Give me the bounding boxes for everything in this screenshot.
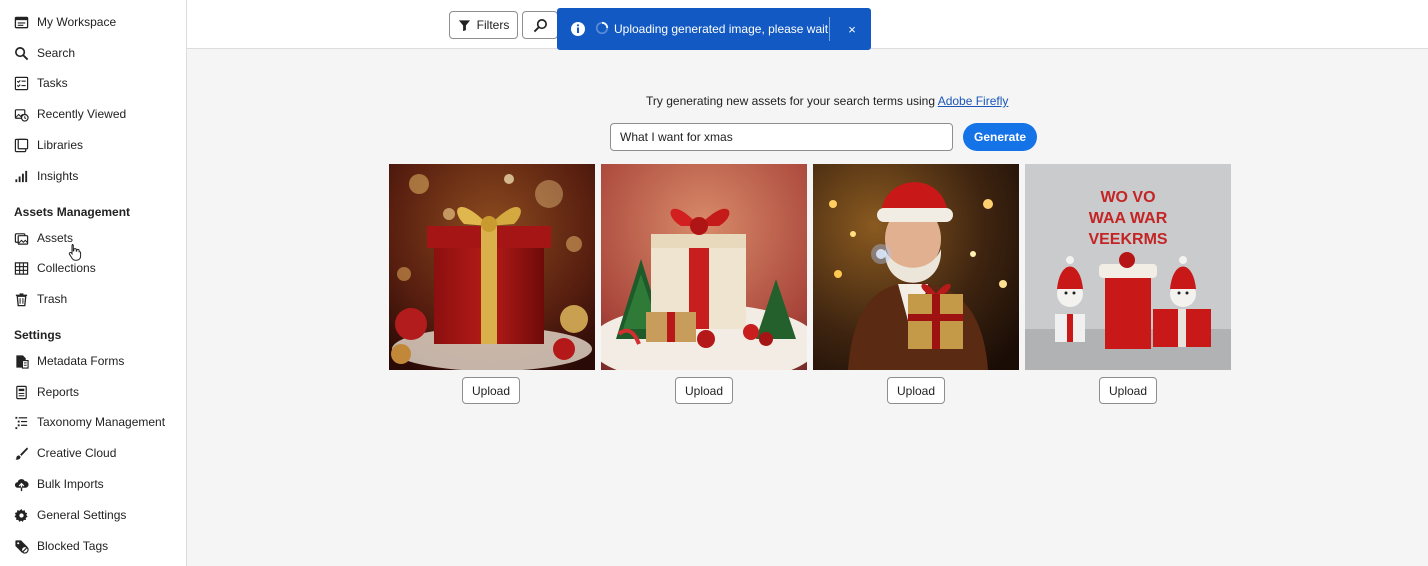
sidebar-item-assets[interactable]: Assets bbox=[14, 227, 73, 249]
section-title-assets-management: Assets Management bbox=[14, 205, 131, 219]
sidebar-item-collections[interactable]: Collections bbox=[14, 257, 96, 279]
workspace-icon bbox=[14, 15, 29, 30]
metadata-forms-icon bbox=[14, 354, 29, 369]
sidebar-item-libraries[interactable]: Libraries bbox=[14, 134, 83, 156]
generate-button[interactable]: Generate bbox=[963, 123, 1037, 151]
upload-button-1[interactable]: Upload bbox=[462, 377, 520, 404]
loading-spinner-icon bbox=[595, 21, 609, 35]
sidebar-item-label: Bulk Imports bbox=[37, 477, 104, 491]
bulk-imports-icon bbox=[14, 477, 29, 492]
sidebar-item-taxonomy-management[interactable]: Taxonomy Management bbox=[14, 411, 165, 433]
sidebar-item-label: Recently Viewed bbox=[37, 107, 127, 121]
image-text-line-1: WO VO bbox=[1100, 189, 1155, 206]
close-icon[interactable]: × bbox=[844, 21, 860, 37]
sidebar-item-label: Metadata Forms bbox=[37, 354, 125, 368]
reports-icon bbox=[14, 385, 29, 400]
toast-message: Uploading generated image, please wait bbox=[614, 22, 829, 36]
image-text-line-3: VEEKRMS bbox=[1088, 231, 1167, 248]
sidebar-item-bulk-imports[interactable]: Bulk Imports bbox=[14, 473, 104, 495]
assets-icon bbox=[14, 231, 29, 246]
blocked-tags-icon bbox=[14, 539, 29, 554]
upload-button-3[interactable]: Upload bbox=[887, 377, 945, 404]
sidebar-item-insights[interactable]: Insights bbox=[14, 165, 78, 187]
sidebar-item-label: Taxonomy Management bbox=[37, 415, 166, 429]
filters-button[interactable]: Filters bbox=[449, 11, 518, 39]
section-title-settings: Settings bbox=[14, 328, 62, 342]
sidebar-item-label: Search bbox=[37, 46, 76, 60]
insights-icon bbox=[14, 169, 29, 184]
search-button[interactable] bbox=[522, 11, 558, 39]
generated-image-1[interactable] bbox=[389, 164, 595, 370]
recently-viewed-icon bbox=[14, 107, 29, 122]
sidebar-item-label: Creative Cloud bbox=[37, 446, 117, 460]
sidebar-item-label: Blocked Tags bbox=[37, 539, 109, 553]
gear-icon bbox=[14, 508, 29, 523]
sidebar-item-label: Libraries bbox=[37, 138, 84, 152]
generated-image-2[interactable] bbox=[601, 164, 807, 370]
sidebar-item-label: Tasks bbox=[37, 76, 68, 90]
generated-image-4[interactable]: WO VO WAA WAR VEEKRMS bbox=[1025, 164, 1231, 370]
info-icon bbox=[571, 22, 585, 36]
toast-divider bbox=[829, 17, 830, 41]
search-icon bbox=[533, 18, 547, 32]
taxonomy-icon bbox=[14, 415, 29, 430]
sidebar-item-label: Reports bbox=[37, 385, 80, 399]
sidebar-item-metadata-forms[interactable]: Metadata Forms bbox=[14, 350, 124, 372]
sidebar-item-label: Insights bbox=[37, 169, 79, 183]
generated-image-3[interactable] bbox=[813, 164, 1019, 370]
libraries-icon bbox=[14, 138, 29, 153]
upload-button-4[interactable]: Upload bbox=[1099, 377, 1157, 404]
sidebar-item-recently-viewed[interactable]: Recently Viewed bbox=[14, 103, 126, 125]
app-window: My Workspace Search Tasks Recently Viewe… bbox=[0, 0, 1428, 566]
upload-toast: Uploading generated image, please wait × bbox=[557, 8, 871, 50]
prompt-text: Try generating new assets for your searc… bbox=[646, 94, 938, 108]
sidebar-item-creative-cloud[interactable]: Creative Cloud bbox=[14, 442, 116, 464]
sidebar-item-label: Trash bbox=[37, 292, 68, 306]
image-text-line-2: WAA WAR bbox=[1089, 210, 1168, 227]
adobe-firefly-link[interactable]: Adobe Firefly bbox=[938, 94, 1009, 108]
search-icon bbox=[14, 46, 29, 61]
sidebar-item-trash[interactable]: Trash bbox=[14, 288, 67, 310]
tasks-icon bbox=[14, 76, 29, 91]
trash-icon bbox=[14, 292, 29, 307]
filter-icon bbox=[458, 19, 470, 31]
sidebar-item-label: My Workspace bbox=[37, 15, 117, 29]
sidebar-item-tasks[interactable]: Tasks bbox=[14, 72, 68, 94]
creative-cloud-icon bbox=[14, 446, 29, 461]
sidebar-item-label: Collections bbox=[37, 261, 96, 275]
sidebar-item-label: General Settings bbox=[37, 508, 127, 522]
generate-prompt-input[interactable] bbox=[610, 123, 953, 151]
sidebar-item-search[interactable]: Search bbox=[14, 42, 75, 64]
hand-cursor-icon bbox=[68, 244, 82, 261]
sidebar-item-reports[interactable]: Reports bbox=[14, 381, 79, 403]
sidebar-item-my-workspace[interactable]: My Workspace bbox=[14, 11, 116, 33]
collections-icon bbox=[14, 261, 29, 276]
upload-button-2[interactable]: Upload bbox=[675, 377, 733, 404]
sidebar-item-general-settings[interactable]: General Settings bbox=[14, 504, 126, 526]
sidebar: My Workspace Search Tasks Recently Viewe… bbox=[0, 0, 187, 566]
sidebar-item-blocked-tags[interactable]: Blocked Tags bbox=[14, 535, 108, 557]
filters-label: Filters bbox=[476, 18, 510, 32]
